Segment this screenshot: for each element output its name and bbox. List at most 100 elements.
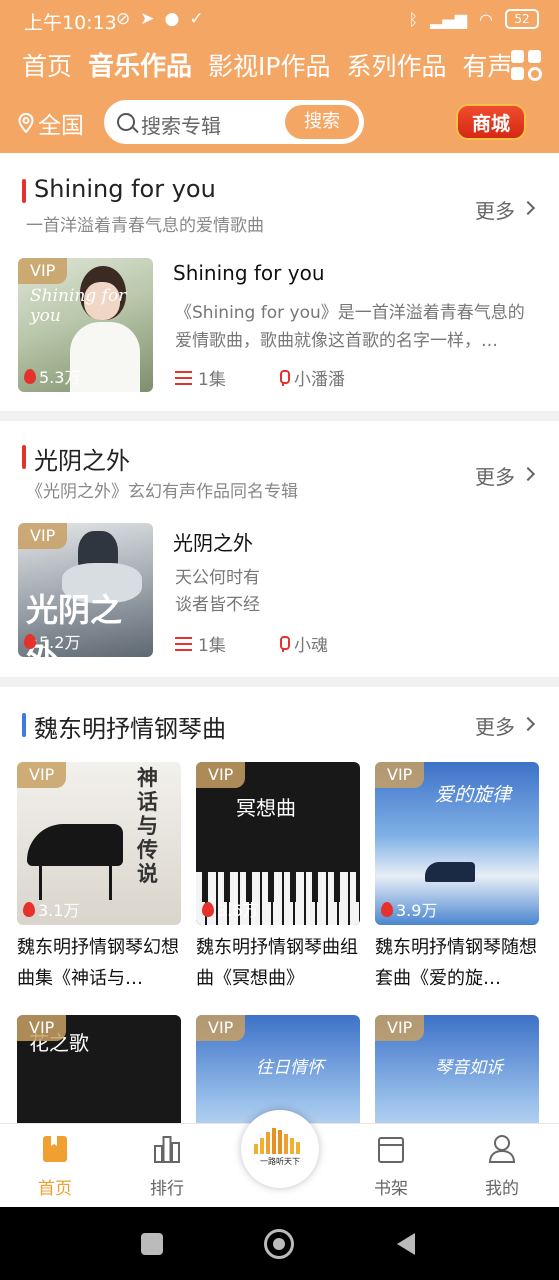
recent-apps-icon[interactable] bbox=[141, 1233, 163, 1255]
search-box[interactable]: 搜索专辑 搜索 bbox=[104, 100, 364, 144]
nav-label: 我的 bbox=[485, 1179, 519, 1199]
section-weidongming: 魏东明抒情钢琴曲 更多 神话与传说 VIP 3.1万 冥想曲 VIP 3.6万 bbox=[0, 687, 559, 1123]
mute-icon: ⊘ bbox=[116, 9, 131, 29]
ranking-chart-icon bbox=[154, 1136, 180, 1163]
section-subtitle: 一首洋溢着青春气息的爱情歌曲 bbox=[26, 216, 264, 236]
section-guangyin: 光阴之外 《光阴之外》玄幻有声作品同名专辑 更多 光阴之外 VIP 5.2万 光… bbox=[0, 421, 559, 677]
cover-text: Shining for you bbox=[30, 286, 127, 326]
piano-graphic bbox=[425, 862, 475, 882]
status-bar: 上午10:13 ⊘ ➤ ● ✓ ᛒ ▂▄▆ ◠ 52 bbox=[0, 0, 559, 40]
album-cover[interactable]: 冥想曲 VIP 3.6万 bbox=[196, 762, 360, 925]
cover-text: 冥想曲 bbox=[236, 796, 296, 820]
wifi-icon: ◠ bbox=[479, 9, 493, 29]
location-label: 全国 bbox=[38, 113, 84, 139]
vip-badge: VIP bbox=[17, 762, 67, 788]
vip-badge: VIP bbox=[196, 1015, 246, 1041]
vip-badge: VIP bbox=[18, 258, 68, 284]
section-shining: Shining for you 一首洋溢着青春气息的爱情歌曲 更多 Shinin… bbox=[0, 153, 559, 411]
tab-series-works[interactable]: 系列作品 bbox=[338, 44, 454, 90]
play-count: 3.9万 bbox=[381, 897, 437, 921]
location-pin-icon bbox=[18, 113, 34, 133]
microphone-icon bbox=[278, 369, 290, 386]
more-link[interactable]: 更多 bbox=[475, 195, 515, 224]
tab-film-ip-works[interactable]: 影视IP作品 bbox=[200, 44, 338, 90]
system-icons: ᛒ ▂▄▆ ◠ 52 bbox=[409, 9, 539, 29]
album-cover[interactable]: 爱的旋律 VIP 3.9万 bbox=[375, 762, 539, 925]
notification-icons: ⊘ ➤ ● ✓ bbox=[116, 9, 204, 29]
section-accent-bar bbox=[22, 713, 26, 737]
author: 小魂 bbox=[278, 631, 328, 656]
episode-count: 1集 bbox=[175, 365, 226, 390]
status-time: 上午10:13 bbox=[24, 12, 117, 34]
more-link[interactable]: 更多 bbox=[475, 461, 515, 490]
play-count: 5.3万 bbox=[24, 364, 80, 388]
chevron-right-icon[interactable] bbox=[520, 466, 536, 482]
equalizer-logo-icon: 一路听天下 bbox=[254, 1128, 300, 1166]
vip-badge: VIP bbox=[18, 523, 68, 549]
album-title[interactable]: 魏东明抒情钢琴曲组曲《冥想曲》 bbox=[196, 932, 361, 994]
bookshelf-icon bbox=[378, 1137, 404, 1163]
episode-count: 1集 bbox=[175, 631, 226, 656]
tab-audio[interactable]: 有声 bbox=[455, 44, 511, 90]
piano-graphic bbox=[27, 824, 123, 866]
chevron-right-icon[interactable] bbox=[520, 716, 536, 732]
vip-badge: VIP bbox=[375, 762, 425, 788]
download-done-icon: ✓ bbox=[189, 9, 204, 29]
chat-icon: ● bbox=[164, 9, 180, 29]
section-divider bbox=[0, 411, 559, 421]
chevron-right-icon[interactable] bbox=[520, 200, 536, 216]
vip-badge: VIP bbox=[375, 1015, 425, 1041]
section-title: 魏东明抒情钢琴曲 bbox=[34, 715, 226, 743]
play-count: 5.2万 bbox=[24, 629, 80, 653]
mall-button[interactable]: 商城 bbox=[456, 104, 526, 140]
album-title[interactable]: Shining for you bbox=[173, 261, 325, 285]
section-accent-bar bbox=[22, 179, 26, 203]
cover-text: 爱的旋律 bbox=[435, 784, 512, 806]
battery-icon: 52 bbox=[505, 9, 539, 29]
search-icon bbox=[117, 113, 135, 131]
logo-text: 一路听天下 bbox=[260, 1156, 300, 1166]
main-content: Shining for you 一首洋溢着青春气息的爱情歌曲 更多 Shinin… bbox=[0, 153, 559, 1123]
album-cover[interactable]: 往日情怀 VIP bbox=[196, 1015, 360, 1123]
album-cover[interactable]: 花之歌 VIP bbox=[17, 1015, 181, 1123]
album-title[interactable]: 光阴之外 bbox=[173, 527, 253, 556]
nav-label: 排行 bbox=[150, 1179, 184, 1199]
album-title[interactable]: 魏东明抒情钢琴幻想曲集《神话与… bbox=[17, 932, 182, 994]
search-button[interactable]: 搜索 bbox=[285, 105, 359, 139]
fire-icon bbox=[23, 901, 35, 917]
tab-home[interactable]: 首页 bbox=[0, 44, 80, 90]
cover-text: 神话与传说 bbox=[137, 765, 158, 886]
section-title: Shining for you bbox=[34, 175, 216, 203]
list-icon bbox=[175, 370, 192, 385]
fire-icon bbox=[24, 633, 36, 649]
cover-text: 琴音如诉 bbox=[435, 1058, 503, 1078]
album-cover[interactable]: 琴音如诉 VIP bbox=[375, 1015, 539, 1123]
album-title[interactable]: 魏东明抒情钢琴随想套曲《爱的旋… bbox=[375, 932, 540, 994]
user-icon bbox=[488, 1135, 516, 1163]
tab-music-works[interactable]: 音乐作品 bbox=[80, 44, 200, 90]
album-description-line2: 谈者皆不经 bbox=[175, 595, 260, 615]
telegram-icon: ➤ bbox=[140, 9, 155, 29]
author: 小潘潘 bbox=[278, 365, 345, 390]
section-title: 光阴之外 bbox=[34, 447, 130, 475]
vip-badge: VIP bbox=[17, 1015, 67, 1041]
signal-icon: ▂▄▆ bbox=[430, 9, 468, 29]
album-cover[interactable]: 光阴之外 VIP 5.2万 bbox=[18, 523, 153, 657]
search-input[interactable]: 搜索专辑 bbox=[141, 110, 221, 139]
section-divider bbox=[0, 677, 559, 687]
home-book-icon bbox=[43, 1136, 67, 1162]
all-categories-icon[interactable] bbox=[511, 50, 543, 82]
center-logo-button[interactable]: 一路听天下 bbox=[241, 1110, 319, 1188]
bottom-navigation: 首页 排行 一路听天下 书架 我的 bbox=[0, 1110, 559, 1207]
location-selector[interactable]: 全国 bbox=[18, 106, 84, 140]
play-count: 3.6万 bbox=[202, 897, 258, 921]
cover-text: 往日情怀 bbox=[256, 1058, 324, 1078]
album-description-line1: 天公何时有 bbox=[175, 568, 260, 588]
more-link[interactable]: 更多 bbox=[475, 711, 515, 740]
album-cover[interactable]: 神话与传说 VIP 3.1万 bbox=[17, 762, 181, 925]
nav-label: 书架 bbox=[374, 1179, 408, 1199]
album-cover[interactable]: Shining for you VIP 5.3万 bbox=[18, 258, 153, 392]
home-circle-icon[interactable] bbox=[264, 1229, 294, 1259]
app-header: 上午10:13 ⊘ ➤ ● ✓ ᛒ ▂▄▆ ◠ 52 首页 音乐作品 影视IP作… bbox=[0, 0, 559, 153]
back-triangle-icon[interactable] bbox=[395, 1231, 417, 1257]
